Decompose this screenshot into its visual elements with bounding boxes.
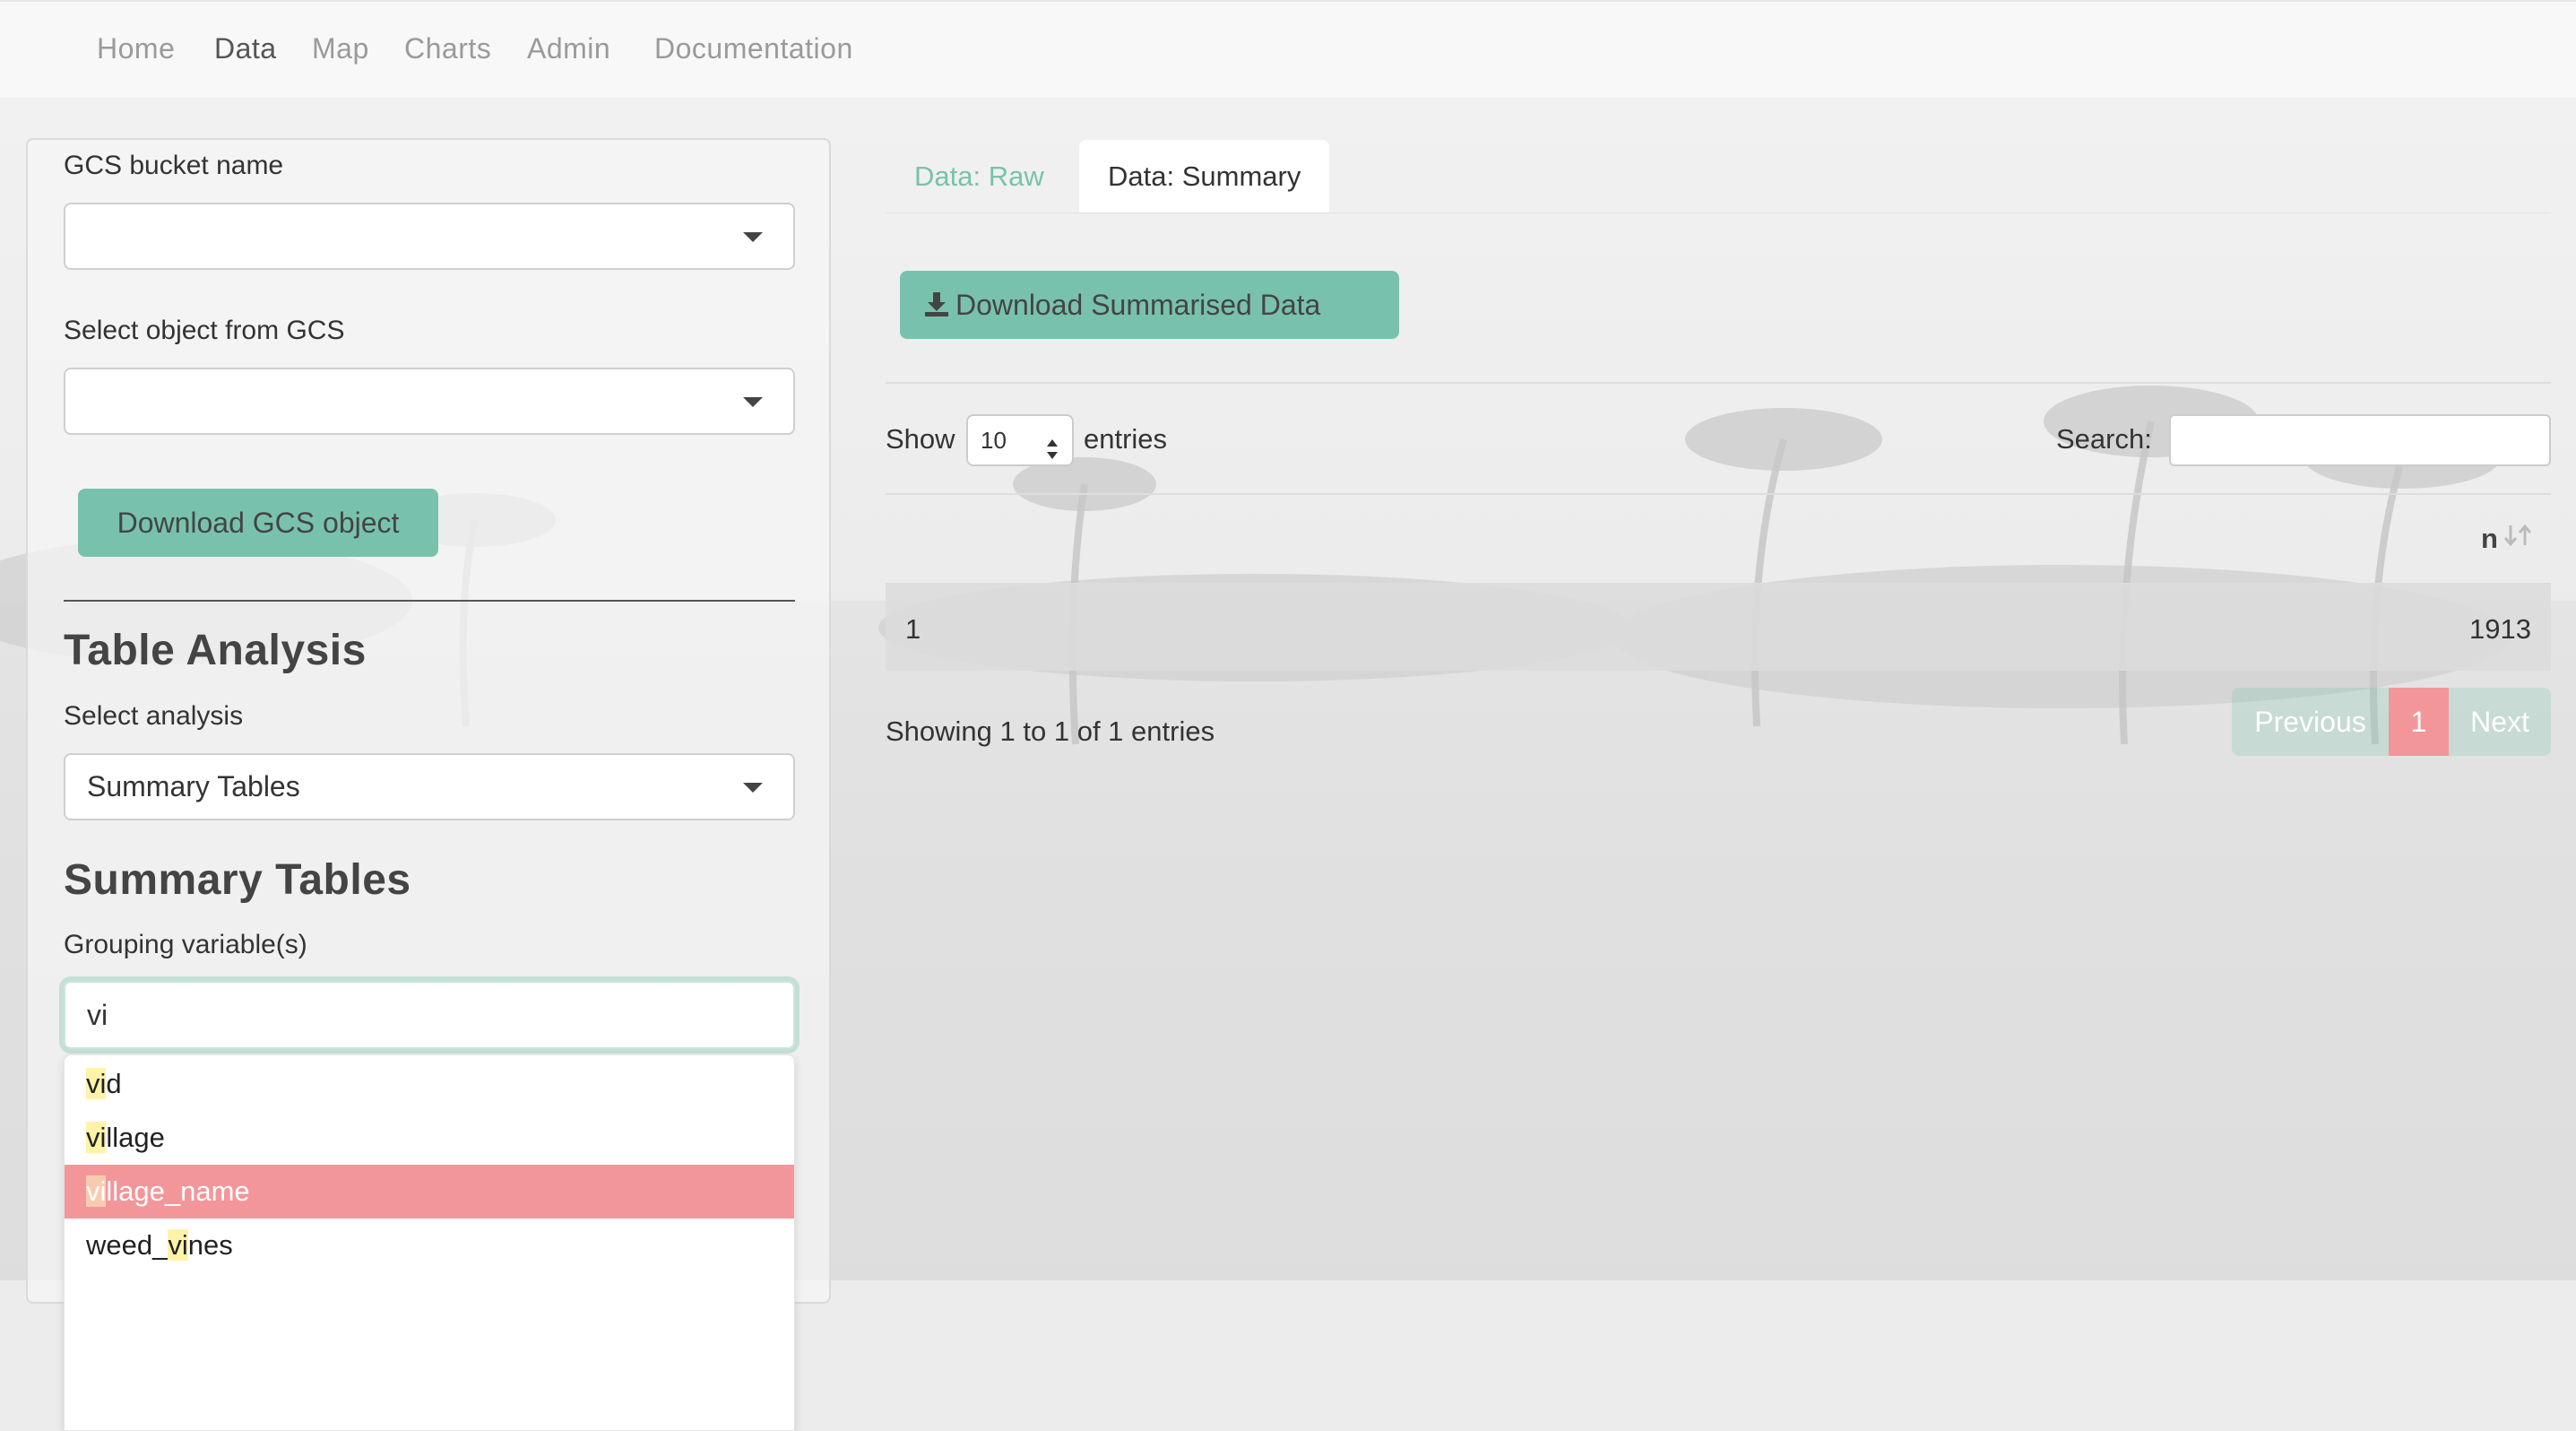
section-divider xyxy=(64,600,795,602)
summary-tables-heading: Summary Tables xyxy=(64,856,411,904)
gcs-bucket-label: GCS bucket name xyxy=(64,151,284,180)
option-match-highlight: vi xyxy=(86,1122,107,1153)
caret-down-icon xyxy=(743,783,763,793)
sort-icon[interactable] xyxy=(2503,522,2535,553)
spinner-arrows-icon xyxy=(1045,429,1059,477)
table-top-border xyxy=(886,493,2551,495)
option-text-post: llage_name xyxy=(106,1175,250,1207)
page-length-value: 10 xyxy=(981,427,1007,454)
grouping-variables-input[interactable]: vi xyxy=(64,981,795,1049)
table-cell-n: 1913 xyxy=(2469,613,2531,645)
grouping-options-dropdown: vid village village_name weed_vines xyxy=(64,1054,795,1431)
nav-documentation[interactable]: Documentation xyxy=(654,32,853,65)
table-cell-row-number: 1 xyxy=(905,613,921,645)
grouping-variables-label: Grouping variable(s) xyxy=(64,930,307,959)
table-analysis-heading: Table Analysis xyxy=(64,627,367,674)
gcs-object-label: Select object from GCS xyxy=(64,316,345,345)
download-gcs-object-button[interactable]: Download GCS object xyxy=(78,489,438,557)
nav-charts[interactable]: Charts xyxy=(404,32,491,65)
option-match-highlight: vi xyxy=(86,1175,107,1207)
dropdown-option[interactable]: vid xyxy=(65,1057,794,1111)
table-info: Showing 1 to 1 of 1 entries xyxy=(886,716,1215,747)
grouping-input-text: vi xyxy=(87,999,108,1031)
tab-underline xyxy=(886,212,2551,213)
option-text-post: nes xyxy=(187,1229,233,1261)
nav-data[interactable]: Data xyxy=(214,32,277,65)
pagination-next[interactable]: Next xyxy=(2449,688,2551,756)
dropdown-option-selected[interactable]: village_name xyxy=(65,1165,794,1219)
sidebar-panel: GCS bucket name Select object from GCS D… xyxy=(26,138,831,1431)
caret-down-icon xyxy=(743,397,763,407)
select-analysis-label: Select analysis xyxy=(64,701,244,731)
gcs-bucket-select[interactable] xyxy=(64,203,795,270)
tab-data-raw[interactable]: Data: Raw xyxy=(886,140,1073,213)
tab-data-summary[interactable]: Data: Summary xyxy=(1079,140,1330,213)
page-length-select[interactable]: 10 xyxy=(966,414,1074,466)
caret-down-icon xyxy=(743,232,763,242)
dropdown-option[interactable]: weed_vines xyxy=(65,1219,794,1272)
gcs-object-select[interactable] xyxy=(64,368,795,435)
pagination-previous[interactable]: Previous xyxy=(2232,688,2389,756)
pagination-page-1[interactable]: 1 xyxy=(2389,688,2449,756)
nav-admin[interactable]: Admin xyxy=(527,32,610,65)
download-icon xyxy=(923,273,950,342)
nav-home[interactable]: Home xyxy=(97,32,175,65)
select-analysis-value: Summary Tables xyxy=(87,770,300,802)
option-match-highlight: vi xyxy=(86,1068,107,1099)
search-label: Search: xyxy=(2056,423,2152,455)
top-navbar: Home Data Map Charts Admin Documentation xyxy=(0,0,2576,99)
table-row: 1 1913 xyxy=(886,583,2551,671)
select-analysis-select[interactable]: Summary Tables xyxy=(64,753,795,820)
download-summarised-data-button[interactable]: Download Summarised Data xyxy=(900,271,1399,339)
option-text-post: d xyxy=(106,1068,122,1099)
download-summarised-data-label: Download Summarised Data xyxy=(955,289,1321,321)
show-label: Show xyxy=(886,423,955,455)
nav-map[interactable]: Map xyxy=(312,32,369,65)
dropdown-option[interactable]: village xyxy=(65,1111,794,1165)
column-header-n[interactable]: n xyxy=(2481,523,2498,555)
entries-label: entries xyxy=(1084,423,1168,455)
option-text-post: llage xyxy=(106,1122,165,1153)
toolbar-divider xyxy=(886,382,2551,384)
table-search-input[interactable] xyxy=(2169,414,2551,466)
option-match-highlight: vi xyxy=(168,1229,188,1261)
option-text-pre: weed_ xyxy=(86,1229,169,1261)
